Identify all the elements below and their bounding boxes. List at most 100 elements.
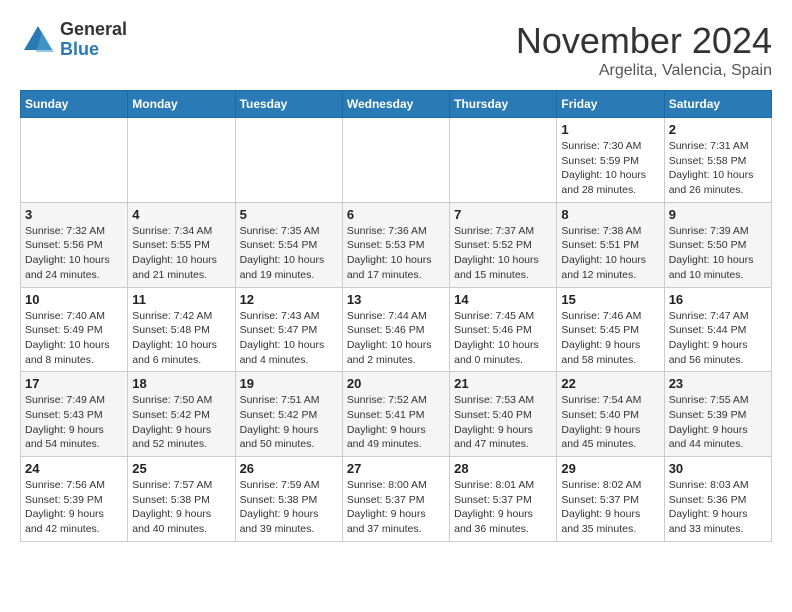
calendar-cell: 7Sunrise: 7:37 AM Sunset: 5:52 PM Daylig… [450, 202, 557, 287]
day-info: Sunrise: 7:39 AM Sunset: 5:50 PM Dayligh… [669, 224, 767, 283]
calendar-cell: 28 Sunrise: 8:01 AM Sunset: 5:37 PM Dayli… [450, 457, 557, 542]
day-number: 28 [454, 461, 552, 476]
day-info: Sunrise: 7:30 AM Sunset: 5:59 PM Dayligh… [561, 139, 659, 198]
calendar-cell: 12Sunrise: 7:43 AM Sunset: 5:47 PM Dayli… [235, 287, 342, 372]
day-number: 6 [347, 207, 445, 222]
day-number: 30 [669, 461, 767, 476]
day-info: Sunrise: 7:31 AM Sunset: 5:58 PM Dayligh… [669, 139, 767, 198]
day-info: Sunrise: 8:01 AM Sunset: 5:37 PM Dayligh… [454, 478, 552, 537]
calendar-cell: 15 Sunrise: 7:46 AM Sunset: 5:45 PM Dayli… [557, 287, 664, 372]
calendar-cell [128, 118, 235, 203]
day-number: 24 [25, 461, 123, 476]
day-info: Sunrise: 8:00 AM Sunset: 5:37 PM Dayligh… [347, 478, 445, 537]
day-number: 16 [669, 292, 767, 307]
calendar-week-row: 3 Sunrise: 7:32 AM Sunset: 5:56 PM Daylig… [21, 202, 772, 287]
day-info: Sunrise: 7:47 AM Sunset: 5:44 PM Dayligh… [669, 309, 767, 368]
calendar-cell: 25 Sunrise: 7:57 AM Sunset: 5:38 PM Dayli… [128, 457, 235, 542]
day-info: Sunrise: 7:56 AM Sunset: 5:39 PM Dayligh… [25, 478, 123, 537]
calendar-cell: 3 Sunrise: 7:32 AM Sunset: 5:56 PM Daylig… [21, 202, 128, 287]
calendar-cell: 27 Sunrise: 8:00 AM Sunset: 5:37 PM Dayli… [342, 457, 449, 542]
calendar-body: 1 Sunrise: 7:30 AM Sunset: 5:59 PM Daylig… [21, 118, 772, 542]
day-number: 2 [669, 122, 767, 137]
calendar-cell: 23 Sunrise: 7:55 AM Sunset: 5:39 PM Dayli… [664, 372, 771, 457]
day-info: Sunrise: 7:59 AM Sunset: 5:38 PM Dayligh… [240, 478, 338, 537]
day-number: 22 [561, 376, 659, 391]
day-number: 15 [561, 292, 659, 307]
day-number: 18 [132, 376, 230, 391]
calendar-cell: 20 Sunrise: 7:52 AM Sunset: 5:41 PM Dayli… [342, 372, 449, 457]
logo-icon [20, 22, 56, 58]
day-info: Sunrise: 7:34 AM Sunset: 5:55 PM Dayligh… [132, 224, 230, 283]
calendar-cell: 1 Sunrise: 7:30 AM Sunset: 5:59 PM Daylig… [557, 118, 664, 203]
day-number: 26 [240, 461, 338, 476]
day-number: 29 [561, 461, 659, 476]
day-number: 10 [25, 292, 123, 307]
day-info: Sunrise: 7:38 AM Sunset: 5:51 PM Dayligh… [561, 224, 659, 283]
logo: General Blue [20, 20, 127, 60]
day-number: 5 [240, 207, 338, 222]
location-subtitle: Argelita, Valencia, Spain [516, 62, 772, 80]
calendar-week-row: 1 Sunrise: 7:30 AM Sunset: 5:59 PM Daylig… [21, 118, 772, 203]
day-number: 13 [347, 292, 445, 307]
day-info: Sunrise: 7:53 AM Sunset: 5:40 PM Dayligh… [454, 393, 552, 452]
weekday-header-monday: Monday [128, 91, 235, 118]
day-info: Sunrise: 7:55 AM Sunset: 5:39 PM Dayligh… [669, 393, 767, 452]
day-info: Sunrise: 7:42 AM Sunset: 5:48 PM Dayligh… [132, 309, 230, 368]
calendar-cell: 22 Sunrise: 7:54 AM Sunset: 5:40 PM Dayli… [557, 372, 664, 457]
logo-text: General Blue [60, 20, 127, 60]
day-number: 23 [669, 376, 767, 391]
day-number: 8 [561, 207, 659, 222]
day-info: Sunrise: 7:50 AM Sunset: 5:42 PM Dayligh… [132, 393, 230, 452]
day-info: Sunrise: 8:02 AM Sunset: 5:37 PM Dayligh… [561, 478, 659, 537]
logo-blue-text: Blue [60, 40, 127, 60]
calendar-cell: 8 Sunrise: 7:38 AM Sunset: 5:51 PM Daylig… [557, 202, 664, 287]
day-number: 1 [561, 122, 659, 137]
calendar-cell: 5 Sunrise: 7:35 AM Sunset: 5:54 PM Daylig… [235, 202, 342, 287]
day-info: Sunrise: 7:43 AM Sunset: 5:47 PM Dayligh… [240, 309, 338, 368]
day-info: Sunrise: 7:57 AM Sunset: 5:38 PM Dayligh… [132, 478, 230, 537]
day-info: Sunrise: 7:52 AM Sunset: 5:41 PM Dayligh… [347, 393, 445, 452]
month-title: November 2024 [516, 20, 772, 62]
weekday-header-tuesday: Tuesday [235, 91, 342, 118]
day-info: Sunrise: 7:54 AM Sunset: 5:40 PM Dayligh… [561, 393, 659, 452]
day-info: Sunrise: 7:51 AM Sunset: 5:42 PM Dayligh… [240, 393, 338, 452]
calendar-week-row: 17 Sunrise: 7:49 AM Sunset: 5:43 PM Dayli… [21, 372, 772, 457]
weekday-header-friday: Friday [557, 91, 664, 118]
weekday-header-saturday: Saturday [664, 91, 771, 118]
day-info: Sunrise: 7:44 AM Sunset: 5:46 PM Dayligh… [347, 309, 445, 368]
calendar-cell: 29 Sunrise: 8:02 AM Sunset: 5:37 PM Dayli… [557, 457, 664, 542]
calendar-cell: 11Sunrise: 7:42 AM Sunset: 5:48 PM Dayli… [128, 287, 235, 372]
page-header: General Blue November 2024 Argelita, Val… [20, 20, 772, 80]
day-info: Sunrise: 7:37 AM Sunset: 5:52 PM Dayligh… [454, 224, 552, 283]
day-info: Sunrise: 7:49 AM Sunset: 5:43 PM Dayligh… [25, 393, 123, 452]
calendar-cell [21, 118, 128, 203]
weekday-header-thursday: Thursday [450, 91, 557, 118]
calendar-cell: 16 Sunrise: 7:47 AM Sunset: 5:44 PM Dayli… [664, 287, 771, 372]
day-info: Sunrise: 7:35 AM Sunset: 5:54 PM Dayligh… [240, 224, 338, 283]
weekday-header-row: SundayMondayTuesdayWednesdayThursdayFrid… [21, 91, 772, 118]
calendar-week-row: 24 Sunrise: 7:56 AM Sunset: 5:39 PM Dayli… [21, 457, 772, 542]
day-number: 21 [454, 376, 552, 391]
weekday-header-wednesday: Wednesday [342, 91, 449, 118]
calendar-cell: 19 Sunrise: 7:51 AM Sunset: 5:42 PM Dayli… [235, 372, 342, 457]
calendar-cell [342, 118, 449, 203]
day-number: 27 [347, 461, 445, 476]
calendar-cell: 24 Sunrise: 7:56 AM Sunset: 5:39 PM Dayli… [21, 457, 128, 542]
day-info: Sunrise: 7:45 AM Sunset: 5:46 PM Dayligh… [454, 309, 552, 368]
calendar-cell: 13 Sunrise: 7:44 AM Sunset: 5:46 PM Dayli… [342, 287, 449, 372]
day-info: Sunrise: 8:03 AM Sunset: 5:36 PM Dayligh… [669, 478, 767, 537]
weekday-header-sunday: Sunday [21, 91, 128, 118]
calendar-table: SundayMondayTuesdayWednesdayThursdayFrid… [20, 90, 772, 542]
calendar-cell: 17 Sunrise: 7:49 AM Sunset: 5:43 PM Dayli… [21, 372, 128, 457]
calendar-cell: 14Sunrise: 7:45 AM Sunset: 5:46 PM Dayli… [450, 287, 557, 372]
day-number: 19 [240, 376, 338, 391]
day-number: 20 [347, 376, 445, 391]
day-number: 17 [25, 376, 123, 391]
day-info: Sunrise: 7:32 AM Sunset: 5:56 PM Dayligh… [25, 224, 123, 283]
day-number: 25 [132, 461, 230, 476]
day-number: 3 [25, 207, 123, 222]
calendar-cell: 4Sunrise: 7:34 AM Sunset: 5:55 PM Daylig… [128, 202, 235, 287]
day-info: Sunrise: 7:46 AM Sunset: 5:45 PM Dayligh… [561, 309, 659, 368]
calendar-week-row: 10Sunrise: 7:40 AM Sunset: 5:49 PM Dayli… [21, 287, 772, 372]
day-info: Sunrise: 7:36 AM Sunset: 5:53 PM Dayligh… [347, 224, 445, 283]
